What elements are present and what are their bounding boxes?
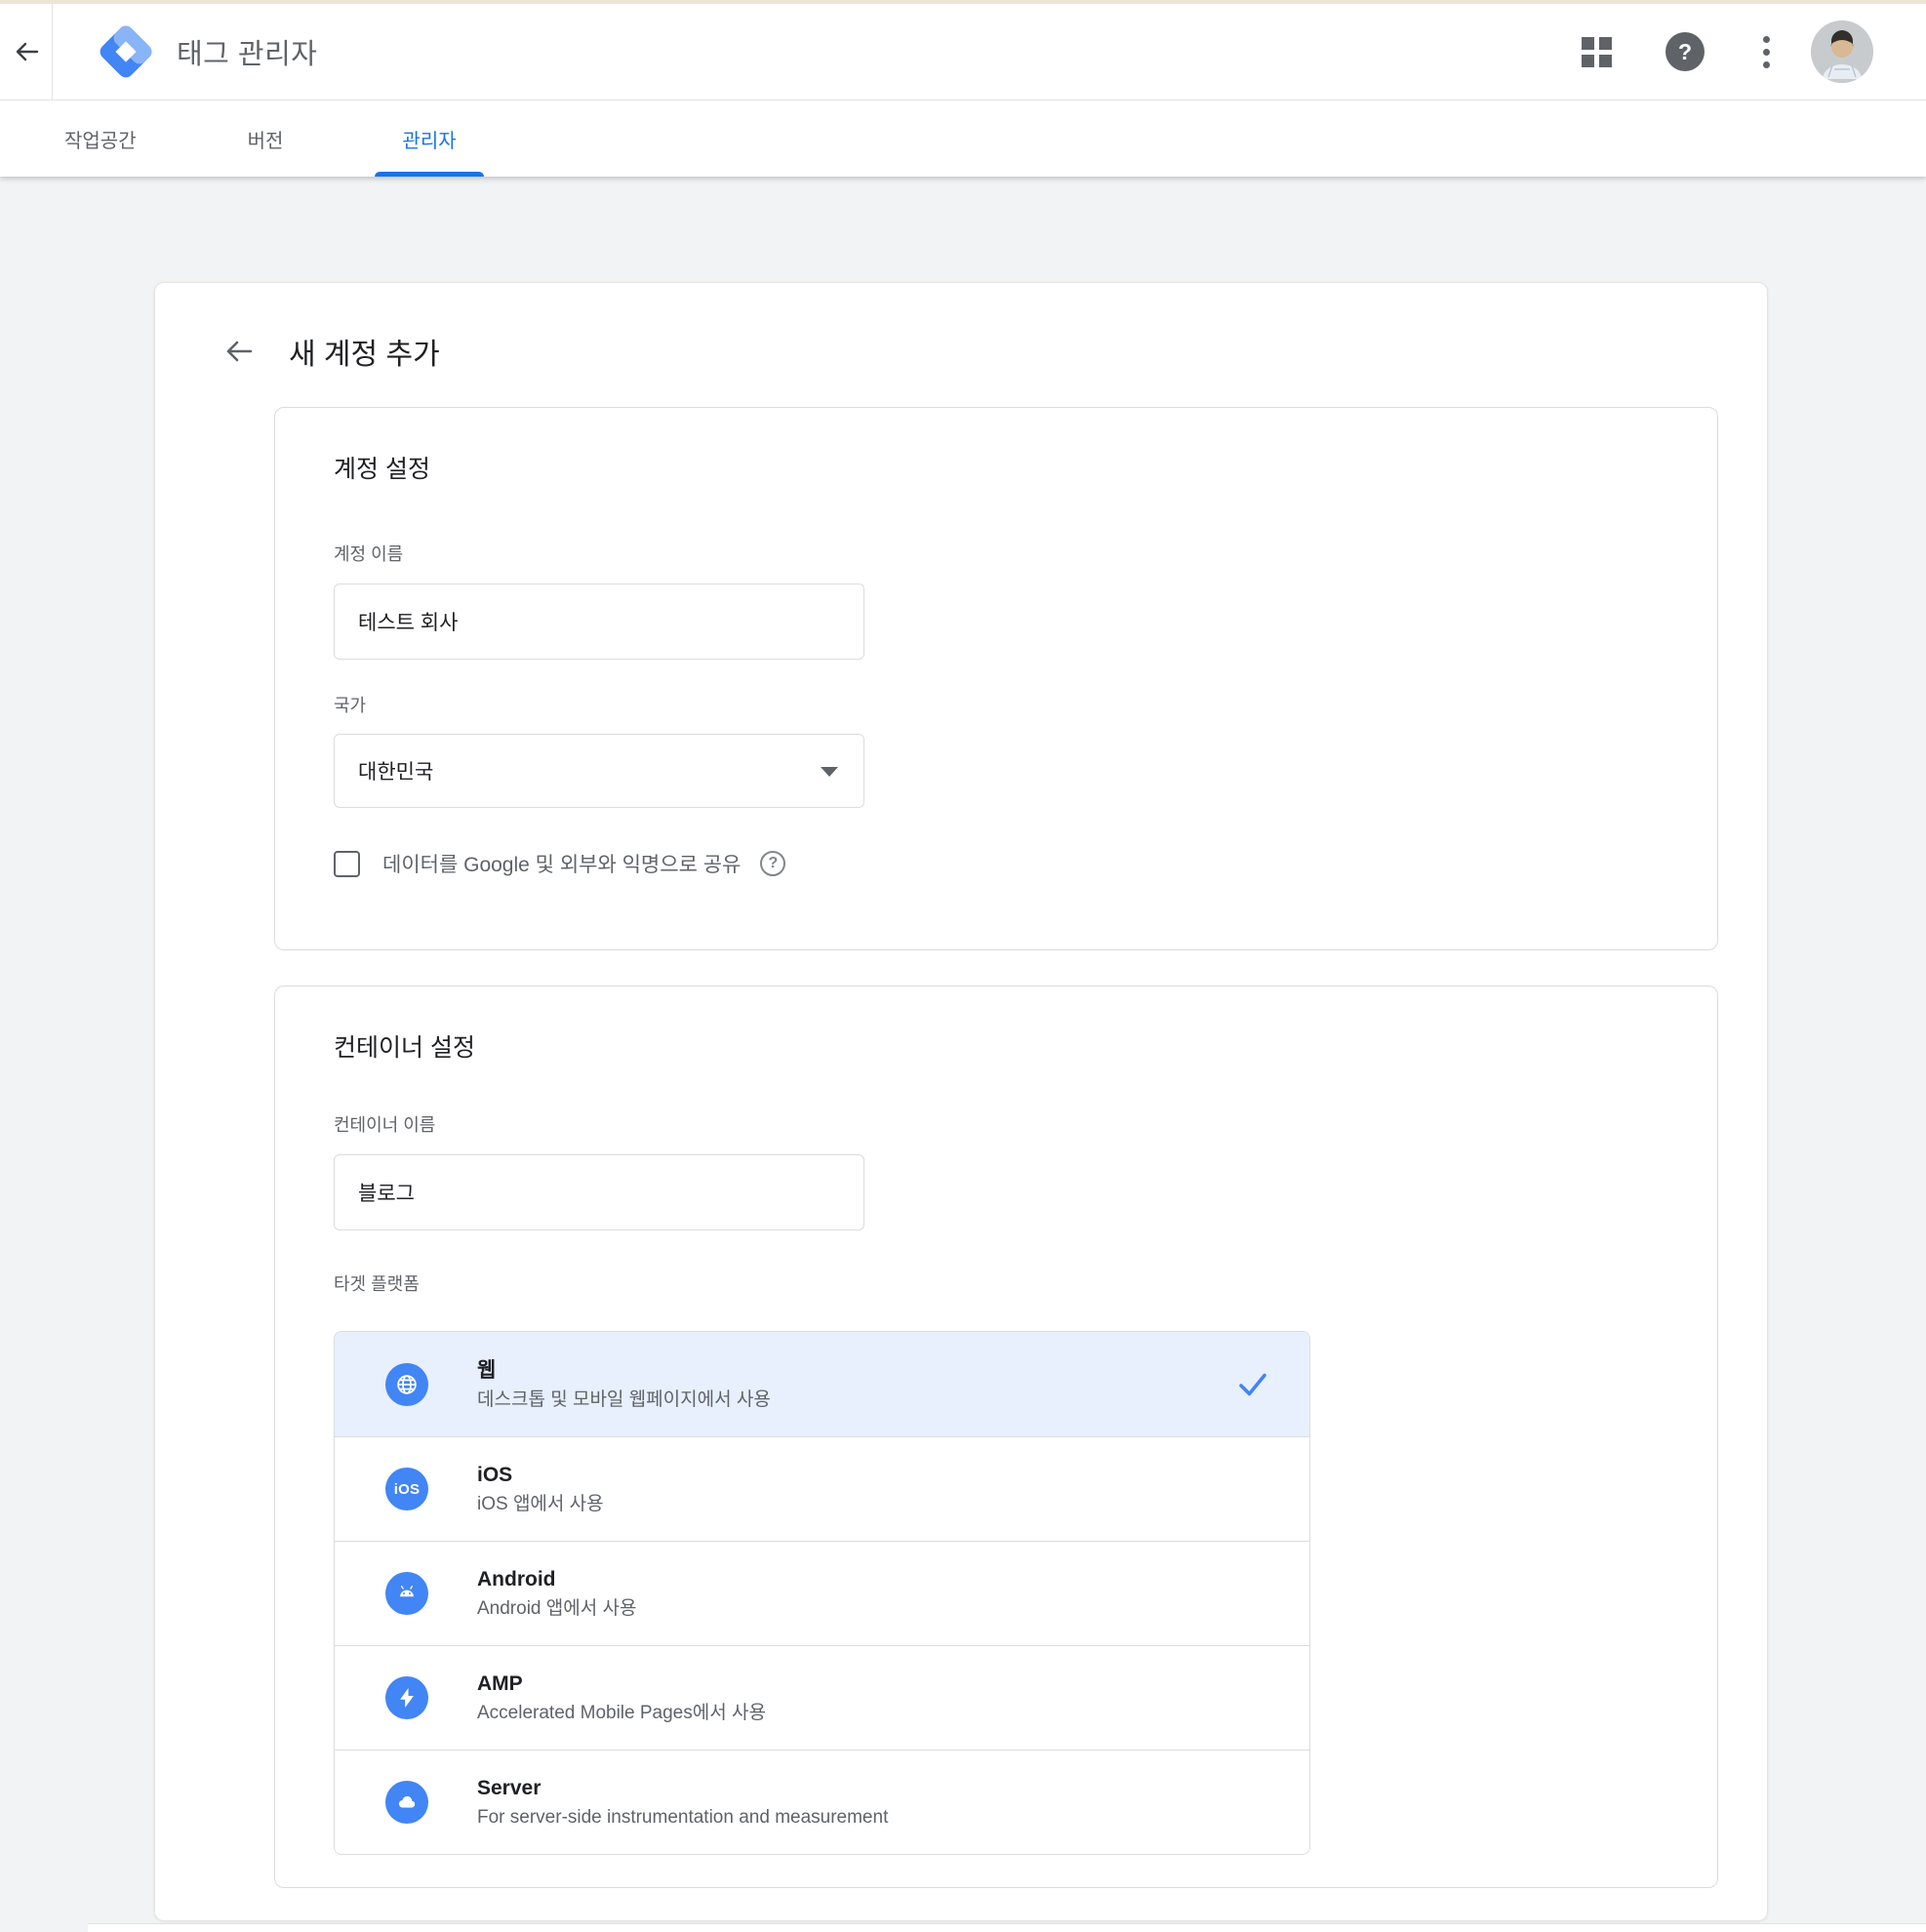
top-tab-bar: 작업공간 버전 관리자	[0, 101, 1926, 177]
account-settings-section: 계정 설정 계정 이름 국가 대한민국 데이터를 Google 및 외부와 익명…	[274, 407, 1718, 950]
platform-row-amp[interactable]: AMP Accelerated Mobile Pages에서 사용	[335, 1645, 1309, 1750]
share-data-row: 데이터를 Google 및 외부와 익명으로 공유 ?	[334, 849, 1659, 878]
container-name-label: 컨테이너 이름	[334, 1114, 1659, 1136]
target-platform-list: 웹 데스크톱 및 모바일 웹페이지에서 사용 iOS iOS iOS 앱에서 사…	[334, 1331, 1310, 1855]
platform-row-android[interactable]: Android Android 앱에서 사용	[335, 1541, 1309, 1645]
tab-admin[interactable]: 관리자	[375, 101, 483, 177]
platform-row-web[interactable]: 웹 데스크톱 및 모바일 웹페이지에서 사용	[335, 1332, 1309, 1436]
platform-desc: Accelerated Mobile Pages에서 사용	[477, 1702, 766, 1724]
platform-title: iOS	[477, 1463, 604, 1487]
platform-title: Android	[477, 1567, 636, 1591]
browser-back-button[interactable]	[0, 4, 53, 101]
page-content: 새 계정 추가 계정 설정 계정 이름 국가 대한민국 데이터를 Google …	[0, 177, 1926, 1921]
checkmark-icon	[1235, 1367, 1270, 1402]
cloud-icon	[385, 1781, 428, 1824]
kebab-menu-icon[interactable]	[1759, 32, 1774, 72]
help-icon[interactable]: ?	[1665, 32, 1705, 71]
container-settings-title: 컨테이너 설정	[334, 1033, 1659, 1064]
platform-desc: Android 앱에서 사용	[477, 1597, 636, 1620]
platform-text: 웹 데스크톱 및 모바일 웹페이지에서 사용	[477, 1358, 771, 1411]
header-actions: ?	[1582, 20, 1926, 83]
page-title: 새 계정 추가	[289, 330, 440, 373]
apps-grid-icon[interactable]	[1582, 37, 1612, 67]
chevron-down-icon	[821, 767, 838, 777]
share-data-help-icon[interactable]: ?	[760, 851, 785, 876]
platform-text: AMP Accelerated Mobile Pages에서 사용	[477, 1671, 766, 1724]
account-settings-title: 계정 설정	[334, 455, 1659, 485]
android-icon	[385, 1572, 428, 1615]
globe-icon	[385, 1363, 428, 1406]
platform-text: Android Android 앱에서 사용	[477, 1567, 636, 1620]
account-name-input[interactable]	[334, 584, 864, 660]
ios-icon: iOS	[385, 1468, 428, 1510]
platform-title: 웹	[477, 1358, 771, 1383]
share-data-checkbox[interactable]	[334, 851, 360, 877]
add-account-card: 새 계정 추가 계정 설정 계정 이름 국가 대한민국 데이터를 Google …	[154, 282, 1768, 1921]
container-settings-section: 컨테이너 설정 컨테이너 이름 타겟 플랫폼 웹 데스크톱 및 모	[274, 986, 1718, 1888]
back-arrow-icon	[11, 36, 42, 67]
gtm-logo	[97, 22, 155, 81]
avatar[interactable]	[1811, 20, 1873, 83]
footer-sliver	[88, 1923, 1926, 1932]
country-select[interactable]: 대한민국	[334, 734, 864, 808]
platform-desc: For server-side instrumentation and meas…	[477, 1806, 888, 1829]
app-title: 태그 관리자	[177, 31, 317, 72]
account-name-label: 계정 이름	[334, 543, 1659, 565]
country-select-value: 대한민국	[358, 756, 433, 785]
amp-bolt-icon	[385, 1676, 428, 1719]
tab-versions[interactable]: 버전	[221, 101, 311, 177]
tab-workspace[interactable]: 작업공간	[37, 101, 164, 177]
back-arrow-button[interactable]	[222, 335, 256, 368]
platform-desc: 데스크톱 및 모바일 웹페이지에서 사용	[477, 1389, 771, 1411]
country-label: 국가	[334, 695, 1659, 716]
platform-text: iOS iOS 앱에서 사용	[477, 1463, 604, 1515]
share-data-label: 데이터를 Google 및 외부와 익명으로 공유	[382, 849, 741, 878]
app-header: 태그 관리자 ?	[0, 4, 1926, 101]
platform-title: Server	[477, 1776, 888, 1800]
platform-title: AMP	[477, 1671, 766, 1696]
target-platform-label: 타겟 플랫폼	[334, 1273, 1659, 1295]
container-name-input[interactable]	[334, 1154, 864, 1230]
card-header: 새 계정 추가	[155, 283, 1767, 377]
platform-desc: iOS 앱에서 사용	[477, 1493, 604, 1515]
platform-text: Server For server-side instrumentation a…	[477, 1776, 888, 1829]
platform-row-server[interactable]: Server For server-side instrumentation a…	[335, 1750, 1309, 1854]
platform-row-ios[interactable]: iOS iOS iOS 앱에서 사용	[335, 1436, 1309, 1541]
